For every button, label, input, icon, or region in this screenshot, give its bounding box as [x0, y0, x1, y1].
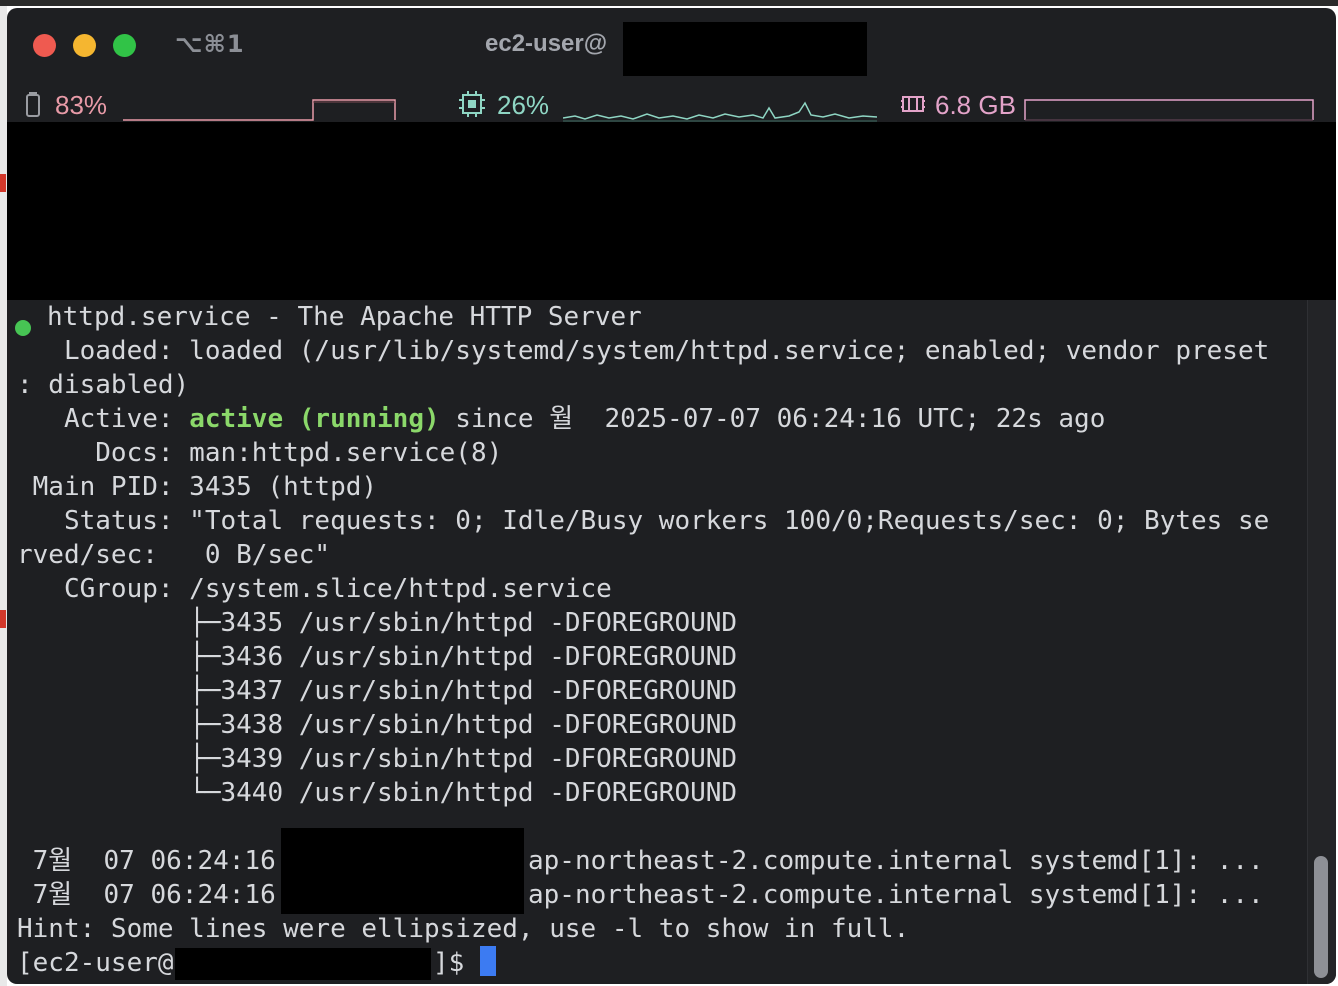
close-button[interactable]: [33, 34, 56, 57]
process-line: ├─3436 /usr/sbin/httpd -DFOREGROUND: [17, 642, 738, 672]
battery-value: 83%: [55, 90, 108, 120]
active-since: since 월 2025-07-07 06:24:16 UTC; 22s ago: [439, 404, 1106, 434]
redacted-output-block: [7, 122, 1336, 300]
title-bar[interactable]: ⌥⌘1 ec2-user@: [7, 8, 1336, 84]
log-message: ap-northeast-2.compute.internal systemd[…: [528, 846, 1264, 876]
loaded-line-wrap: : disabled): [17, 370, 190, 400]
log-time: 7월 07 06:24:16: [17, 880, 292, 910]
memory-value: 6.8 GB: [935, 90, 1016, 120]
minimize-button[interactable]: [73, 34, 96, 57]
status-line-wrap: rved/sec: 0 B/sec": [17, 540, 331, 570]
tab-shortcut-label: ⌥⌘1: [175, 30, 245, 58]
terminal-window: ⌥⌘1 ec2-user@ 83% 26% 6.8 GB httpd.servi…: [7, 8, 1336, 984]
log-line: 7월 07 06:24:16: [17, 878, 291, 912]
active-state: active (running): [189, 404, 440, 434]
scrollbar[interactable]: [1307, 300, 1336, 984]
memory-sparkline: [1024, 99, 1314, 121]
prompt-line[interactable]: ]$: [433, 946, 496, 980]
process-line: ├─3439 /usr/sbin/httpd -DFOREGROUND: [17, 744, 738, 774]
edge-marker: [0, 610, 6, 628]
status-bar: 83% 26% 6.8 GB: [7, 84, 1336, 124]
redacted-prompt-host: [175, 948, 431, 980]
window-title: ec2-user@: [485, 30, 608, 57]
log-time: 7월 07 06:24:16: [17, 846, 292, 876]
edge-marker: [0, 174, 6, 192]
redacted-hostnames: [281, 828, 524, 914]
background-window-edge: [0, 6, 7, 986]
process-line: ├─3435 /usr/sbin/httpd -DFOREGROUND: [17, 608, 738, 638]
log-message: ap-northeast-2.compute.internal systemd[…: [528, 880, 1264, 910]
cpu-icon: [459, 91, 485, 117]
prompt-end: ]$: [433, 948, 480, 978]
battery-sparkline: [123, 99, 396, 121]
prompt-start: [ec2-user@: [17, 948, 174, 978]
process-line: ├─3437 /usr/sbin/httpd -DFOREGROUND: [17, 676, 738, 706]
process-line: └─3440 /usr/sbin/httpd -DFOREGROUND: [17, 778, 738, 808]
docs-line: Docs: man:httpd.service(8): [17, 438, 503, 468]
service-title-line: httpd.service - The Apache HTTP Server: [47, 302, 642, 332]
text-cursor[interactable]: [479, 946, 496, 976]
process-line: ├─3438 /usr/sbin/httpd -DFOREGROUND: [17, 710, 738, 740]
main-pid-line: Main PID: 3435 (httpd): [17, 472, 378, 502]
desktop-top-strip: [0, 0, 1338, 6]
cgroup-line: CGroup: /system.slice/httpd.service: [17, 574, 612, 604]
cpu-value: 26%: [497, 90, 550, 120]
log-line: 7월 07 06:24:16: [17, 844, 291, 878]
status-line: Status: "Total requests: 0; Idle/Busy wo…: [17, 506, 1270, 536]
active-line: Active: active (running) since 월 2025-07…: [17, 402, 1105, 436]
hint-line: Hint: Some lines were ellipsized, use -l…: [17, 914, 910, 944]
redacted-hostname: [623, 22, 867, 76]
active-label: Active:: [17, 404, 190, 434]
zoom-button[interactable]: [113, 34, 136, 57]
cpu-sparkline: [563, 101, 877, 122]
memory-icon: [901, 96, 925, 112]
scrollbar-thumb[interactable]: [1314, 856, 1328, 978]
battery-icon: [26, 92, 40, 117]
loaded-line: Loaded: loaded (/usr/lib/systemd/system/…: [17, 336, 1270, 366]
